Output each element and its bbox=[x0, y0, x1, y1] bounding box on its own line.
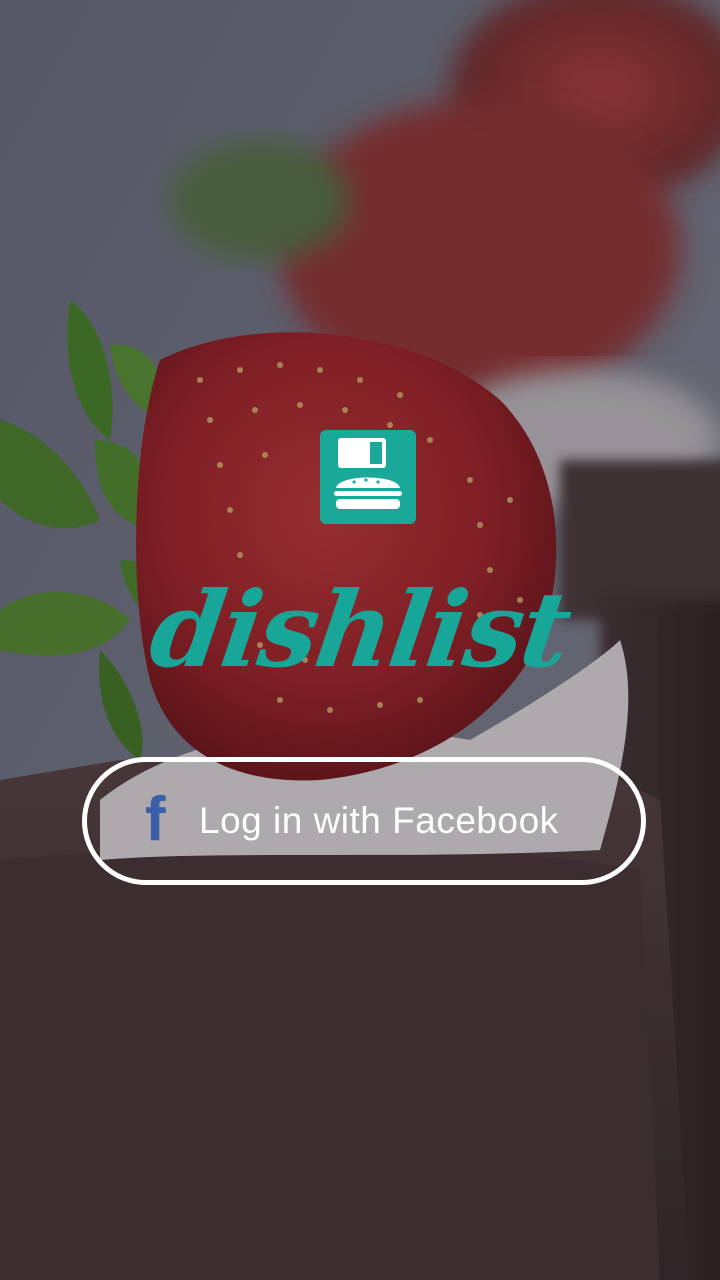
login-screen: dishlist f Log in with Facebook bbox=[0, 0, 720, 1280]
burger-save-icon bbox=[320, 430, 416, 524]
facebook-icon: f bbox=[145, 785, 166, 854]
brand-name: dishlist bbox=[143, 568, 577, 691]
brand-logo: dishlist bbox=[130, 560, 590, 700]
facebook-login-label: Log in with Facebook bbox=[199, 800, 559, 841]
facebook-login-button[interactable]: f Log in with Facebook bbox=[82, 757, 646, 885]
